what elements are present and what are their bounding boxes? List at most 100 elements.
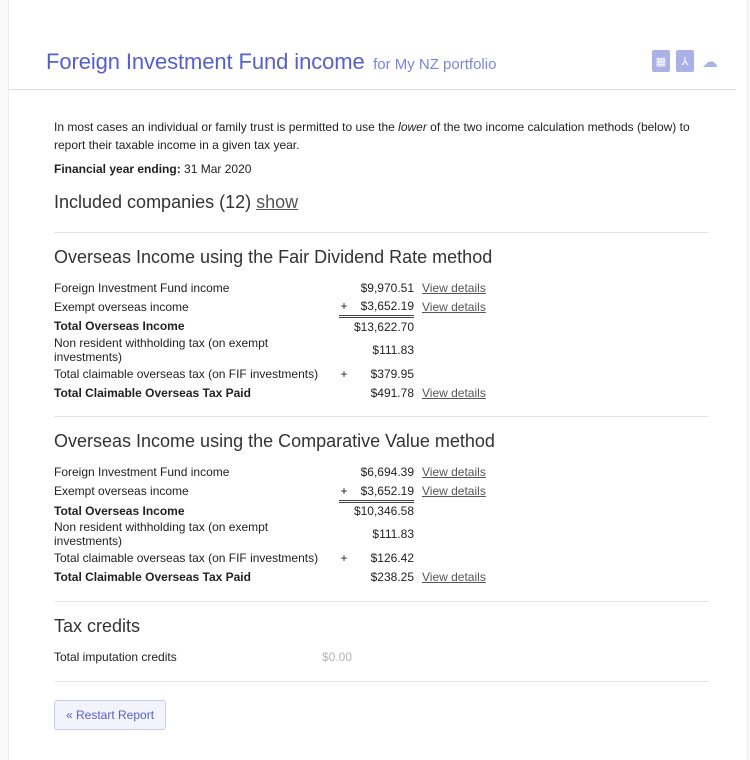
pdf-icon[interactable]: ⅄: [676, 50, 694, 72]
row-label: Total Overseas Income: [54, 319, 185, 334]
view-details-link[interactable]: View details: [422, 386, 486, 400]
row-amount: $3,652.19: [349, 481, 414, 503]
row-amount: $3,652.19: [349, 297, 414, 319]
show-companies-link[interactable]: show: [256, 192, 298, 212]
view-details-link-cell: View details: [414, 462, 486, 481]
cv-title: Overseas Income using the Comparative Va…: [54, 431, 495, 452]
view-details-link-cell: [414, 548, 486, 567]
plus-sign: +: [339, 481, 349, 503]
row-label: Total claimable overseas tax (on FIF inv…: [54, 551, 319, 566]
report-card: Foreign Investment Fund income for My NZ…: [8, 0, 748, 760]
tax-credits-table: Total imputation credits $0.00: [54, 647, 709, 667]
header-divider: [9, 89, 736, 90]
table-row: Total Claimable Overseas Tax Paid $238.25…: [54, 568, 486, 587]
row-label: Total Overseas Income: [54, 503, 185, 518]
row-amount: $9,970.51: [360, 280, 414, 295]
table-row: Foreign Investment Fund income $6,694.39 V…: [54, 462, 486, 481]
divider: [54, 416, 709, 418]
imputation-credits-amount: $0.00: [321, 649, 352, 664]
fdr-section: Overseas Income using the Fair Dividend …: [54, 247, 709, 402]
plus-sign: [339, 501, 349, 520]
row-amount: $111.83: [372, 342, 414, 357]
view-details-link-cell: View details: [414, 383, 486, 402]
page-title: Foreign Investment Fund income: [46, 49, 365, 74]
divider: [54, 600, 709, 602]
included-companies-heading: Included companies (12) show: [54, 192, 709, 218]
plus-sign: +: [339, 297, 349, 319]
view-details-link[interactable]: View details: [422, 281, 486, 295]
row-label: Foreign Investment Fund income: [54, 280, 230, 295]
row-amount: $126.42: [370, 551, 414, 566]
divider: [54, 680, 709, 682]
row-amount: $111.83: [372, 527, 414, 542]
tax-credits-section: Tax credits Total imputation credits $0.…: [54, 616, 709, 667]
row-label: Non resident withholding tax (on exempt …: [54, 520, 269, 549]
table-row: Non resident withholding tax (on exempt …: [54, 520, 486, 548]
table-row: Exempt overseas income + $3,652.19 View det…: [54, 481, 486, 503]
view-details-link-cell: View details: [414, 482, 486, 501]
tax-credit-row: Total imputation credits $0.00: [54, 647, 709, 667]
cloud-icon[interactable]: ☁: [700, 50, 720, 72]
cv-section: Overseas Income using the Comparative Va…: [54, 431, 709, 586]
view-details-link-cell: View details: [414, 278, 486, 297]
plus-sign: [339, 462, 349, 481]
view-details-link-cell: [414, 317, 486, 336]
row-amount: $13,622.70: [353, 319, 414, 334]
row-amount: $10,346.58: [353, 504, 414, 519]
plus-sign: [339, 278, 349, 297]
included-companies-text: Included companies (12): [54, 192, 252, 212]
table-row: Non resident withholding tax (on exempt …: [54, 336, 486, 364]
row-label: Total Claimable Overseas Tax Paid: [54, 570, 251, 585]
plus-sign: [339, 317, 349, 336]
row-label: Foreign Investment Fund income: [54, 465, 230, 480]
plus-sign: [339, 520, 349, 548]
row-label: Non resident withholding tax (on exempt …: [54, 335, 269, 364]
row-label: Exempt overseas income: [54, 299, 189, 314]
financial-year-value: 31 Mar 2020: [184, 162, 252, 176]
restart-report-button[interactable]: « Restart Report: [54, 699, 167, 730]
fdr-title: Overseas Income using the Fair Dividend …: [54, 247, 493, 267]
intro-emphasis: lower: [398, 120, 427, 134]
row-amount: $6,694.39: [360, 465, 414, 480]
row-amount: $491.78: [370, 385, 414, 400]
financial-year-label: Financial year ending:: [54, 162, 181, 176]
row-label: Total Claimable Overseas Tax Paid: [54, 385, 251, 400]
cv-table: Foreign Investment Fund income $6,694.39 V…: [54, 462, 486, 586]
spreadsheet-icon[interactable]: ▦: [652, 50, 670, 72]
table-row: Total claimable overseas tax (on FIF inv…: [54, 548, 486, 567]
view-details-link-cell: [414, 336, 486, 364]
row-amount: $379.95: [370, 366, 414, 381]
plus-sign: +: [340, 366, 348, 381]
intro-before: In most cases an individual or family tr…: [54, 120, 399, 134]
plus-sign: [339, 383, 349, 402]
view-details-link[interactable]: View details: [422, 484, 486, 498]
table-row: Foreign Investment Fund income $9,970.51 V…: [54, 278, 486, 297]
tax-credits-title: Tax credits: [54, 615, 141, 636]
export-icons: ▦ ⅄ ☁: [652, 49, 720, 73]
report-content: In most cases an individual or family tr…: [54, 118, 709, 730]
view-details-link-cell: View details: [414, 568, 486, 587]
row-label: Exempt overseas income: [54, 484, 189, 499]
table-row: Total claimable overseas tax (on FIF inv…: [54, 364, 486, 383]
view-details-link[interactable]: View details: [422, 570, 486, 584]
page-header: Foreign Investment Fund income for My NZ…: [46, 49, 726, 79]
view-details-link-cell: [414, 501, 486, 520]
fdr-table: Foreign Investment Fund income $9,970.51 V…: [54, 278, 486, 402]
view-details-link-cell: [414, 520, 486, 548]
table-row: Exempt overseas income + $3,652.19 View det…: [54, 297, 486, 319]
plus-sign: [339, 568, 349, 587]
page-subtitle: for My NZ portfolio: [373, 56, 497, 73]
table-row: Total Claimable Overseas Tax Paid $491.78…: [54, 383, 486, 402]
imputation-credits-label: Total imputation credits: [54, 649, 177, 664]
view-details-link[interactable]: View details: [422, 465, 486, 479]
row-label: Total claimable overseas tax (on FIF inv…: [54, 366, 319, 381]
view-details-link-cell: View details: [414, 297, 486, 316]
view-details-link[interactable]: View details: [422, 300, 486, 314]
table-row: Total Overseas Income $13,622.70: [54, 317, 486, 336]
financial-year: Financial year ending: 31 Mar 2020: [54, 162, 709, 176]
row-amount: $238.25: [370, 570, 414, 585]
plus-sign: [339, 336, 349, 364]
plus-sign: +: [340, 551, 348, 566]
table-row: Total Overseas Income $10,346.58: [54, 501, 486, 520]
intro-text: In most cases an individual or family tr…: [54, 118, 709, 154]
